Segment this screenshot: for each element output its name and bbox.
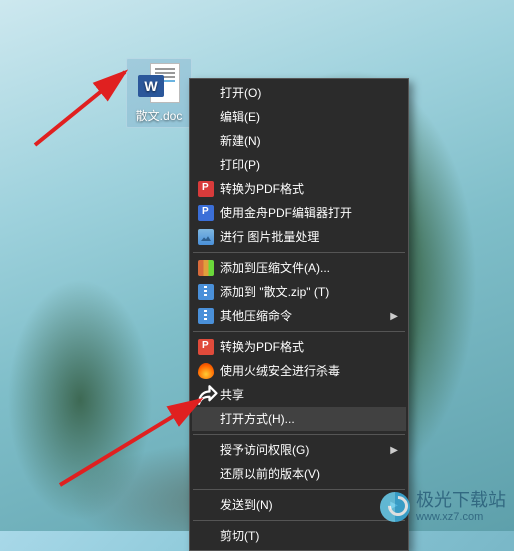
- menu-item-label: 新建(N): [220, 129, 384, 153]
- word-document-icon: W: [138, 63, 180, 105]
- menu-item-16[interactable]: 发送到(N)▶: [192, 493, 406, 517]
- share-icon: [192, 385, 220, 405]
- menu-item-15[interactable]: 还原以前的版本(V): [192, 462, 406, 486]
- menu-item-label: 共享: [220, 383, 384, 407]
- pdf-blue-icon: [192, 203, 220, 223]
- menu-icon-blank: [192, 495, 220, 515]
- watermark: 极光下载站 www.xz7.com: [380, 491, 506, 523]
- menu-item-5[interactable]: 使用金舟PDF编辑器打开: [192, 201, 406, 225]
- menu-item-label: 添加到 "散文.zip" (T): [220, 280, 384, 304]
- menu-item-4[interactable]: 转换为PDF格式: [192, 177, 406, 201]
- menu-item-label: 转换为PDF格式: [220, 335, 384, 359]
- books-icon: [192, 258, 220, 278]
- menu-item-label: 授予访问权限(G): [220, 438, 384, 462]
- menu-item-11[interactable]: 使用火绒安全进行杀毒: [192, 359, 406, 383]
- menu-icon-blank: [192, 107, 220, 127]
- pdf-red-icon: [192, 179, 220, 199]
- menu-separator: [193, 252, 405, 253]
- menu-icon-blank: [192, 83, 220, 103]
- menu-item-7[interactable]: 添加到压缩文件(A)...: [192, 256, 406, 280]
- menu-item-2[interactable]: 新建(N): [192, 129, 406, 153]
- menu-item-label: 编辑(E): [220, 105, 384, 129]
- menu-icon-blank: [192, 155, 220, 175]
- menu-item-3[interactable]: 打印(P): [192, 153, 406, 177]
- watermark-logo-icon: [380, 492, 410, 522]
- menu-item-17[interactable]: 剪切(T): [192, 524, 406, 548]
- zip2-icon: [192, 306, 220, 326]
- img-icon: [192, 227, 220, 247]
- menu-item-label: 发送到(N): [220, 493, 384, 517]
- watermark-title: 极光下载站: [416, 490, 506, 510]
- menu-item-14[interactable]: 授予访问权限(G)▶: [192, 438, 406, 462]
- menu-separator: [193, 520, 405, 521]
- file-icon-selected[interactable]: W 散文.doc: [126, 58, 192, 128]
- menu-item-1[interactable]: 编辑(E): [192, 105, 406, 129]
- submenu-arrow-icon: ▶: [384, 311, 398, 322]
- menu-item-13[interactable]: 打开方式(H)...: [192, 407, 406, 431]
- menu-icon-blank: [192, 464, 220, 484]
- menu-separator: [193, 489, 405, 490]
- menu-separator: [193, 434, 405, 435]
- menu-item-6[interactable]: 进行 图片批量处理: [192, 225, 406, 249]
- menu-item-9[interactable]: 其他压缩命令▶: [192, 304, 406, 328]
- menu-item-12[interactable]: 共享: [192, 383, 406, 407]
- menu-separator: [193, 331, 405, 332]
- submenu-arrow-icon: ▶: [384, 445, 398, 456]
- menu-item-8[interactable]: 添加到 "散文.zip" (T): [192, 280, 406, 304]
- menu-icon-blank: [192, 440, 220, 460]
- menu-item-label: 使用金舟PDF编辑器打开: [220, 201, 384, 225]
- menu-icon-blank: [192, 526, 220, 546]
- file-label: 散文.doc: [129, 109, 189, 123]
- menu-item-label: 转换为PDF格式: [220, 177, 384, 201]
- menu-item-label: 使用火绒安全进行杀毒: [220, 359, 384, 383]
- zip-icon: [192, 282, 220, 302]
- menu-item-label: 打开(O): [220, 81, 384, 105]
- menu-item-label: 打印(P): [220, 153, 384, 177]
- menu-item-label: 还原以前的版本(V): [220, 462, 384, 486]
- menu-item-label: 添加到压缩文件(A)...: [220, 256, 384, 280]
- menu-item-label: 进行 图片批量处理: [220, 225, 384, 249]
- menu-icon-blank: [192, 131, 220, 151]
- flame-icon: [192, 361, 220, 381]
- menu-item-0[interactable]: 打开(O): [192, 81, 406, 105]
- menu-item-label: 剪切(T): [220, 524, 384, 548]
- context-menu: 打开(O)编辑(E)新建(N)打印(P)转换为PDF格式使用金舟PDF编辑器打开…: [189, 78, 409, 551]
- menu-icon-blank: [192, 409, 220, 429]
- menu-item-label: 其他压缩命令: [220, 304, 384, 328]
- watermark-url: www.xz7.com: [416, 511, 506, 523]
- menu-item-label: 打开方式(H)...: [220, 407, 384, 431]
- p-icon: [192, 337, 220, 357]
- menu-item-10[interactable]: 转换为PDF格式: [192, 335, 406, 359]
